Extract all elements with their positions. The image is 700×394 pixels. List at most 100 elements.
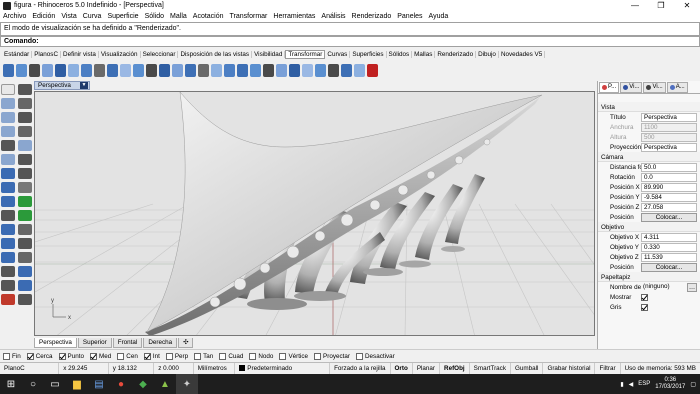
ortho-toggle[interactable]: Orto [391,362,413,375]
flow-icon[interactable] [198,63,209,77]
orient-icon[interactable] [107,63,118,77]
target-z-field[interactable]: 11.539 [641,252,697,262]
clock[interactable]: 0:36 17/03/2017 [655,377,685,391]
sweep-icon[interactable] [1,224,15,235]
osnap-med-checkbox[interactable] [90,352,98,360]
osnap-punto[interactable]: Punto [58,352,84,360]
osnap-cerca[interactable]: Cerca [26,352,53,360]
stretch-icon[interactable] [224,63,235,77]
extrude-icon[interactable] [18,168,32,179]
mesh-icon[interactable] [1,196,15,207]
menu-renderizado[interactable]: Renderizado [352,13,392,20]
chevron-down-icon[interactable]: ▼ [80,82,88,89]
array-polar-icon[interactable] [133,63,144,77]
rhino-taskbar-icon[interactable]: ✦ [176,374,198,394]
remap-cplane-icon[interactable] [354,63,365,77]
tab-solidos[interactable]: Sólidos [387,50,413,58]
viewport-tab-superior[interactable]: Superior [77,337,112,348]
volume-icon[interactable]: ◀ [629,381,634,388]
panel-tab-view[interactable]: Vi... [620,81,643,93]
tab-estandar[interactable]: Estándar [2,50,33,58]
panel-tab-help[interactable]: A... [666,81,688,93]
search-icon[interactable]: ○ [22,374,44,394]
polygon-icon[interactable] [18,126,32,137]
show-wallpaper-checkbox[interactable] [641,293,648,301]
viewport-tab-frontal[interactable]: Frontal [112,337,143,348]
maximize-button[interactable]: ❐ [648,0,674,11]
osnap-vertice-checkbox[interactable] [279,352,287,360]
tab-visibilidad[interactable]: Visibilidad [252,50,286,58]
browse-wallpaper-button[interactable]: … [687,282,697,292]
history-toggle[interactable]: Grabar historial [543,362,596,375]
osnap-vertice[interactable]: Vértice [279,352,308,360]
loft-icon[interactable] [1,210,15,221]
notifications-icon[interactable]: ▢ [690,381,696,388]
file-explorer-icon[interactable]: ▆ [66,374,88,394]
point-icon[interactable] [18,84,32,95]
panel-tab-display[interactable]: Vi... [643,81,666,93]
gumball-toggle[interactable]: Gumball [511,362,544,375]
fillet-curve-icon[interactable] [18,154,32,165]
osnap-nodo-checkbox[interactable] [249,352,257,360]
menu-superficie[interactable]: Superficie [107,13,138,20]
osnap-cuad-checkbox[interactable] [219,352,227,360]
mirror-icon[interactable] [94,63,105,77]
shear-icon[interactable] [341,63,352,77]
cage-edit-icon[interactable] [237,63,248,77]
sphere-icon[interactable] [18,182,32,193]
align-icon[interactable] [146,63,157,77]
rotate-icon[interactable] [29,63,40,77]
place-camera-button[interactable]: Colocar... [641,212,697,222]
splop-icon[interactable] [211,63,222,77]
osnap-cen-checkbox[interactable] [117,352,125,360]
soft-move-icon[interactable] [328,63,339,77]
position-z-field[interactable]: 27.058 [641,202,697,212]
bend-icon[interactable] [172,63,183,77]
menu-herramientas[interactable]: Herramientas [273,13,315,20]
viewport-title[interactable]: Perspectiva ▼ [34,81,90,90]
tab-novedades[interactable]: Novedades V5 [499,50,546,58]
osnap-cerca-checkbox[interactable] [26,352,34,360]
offset-curve-icon[interactable] [1,154,15,165]
menu-solido[interactable]: Sólido [145,13,164,20]
copy-icon[interactable] [16,63,27,77]
scale-2d-icon[interactable] [81,63,92,77]
osnap-tan-checkbox[interactable] [194,352,202,360]
text-icon[interactable] [1,280,15,291]
grid-snap-toggle[interactable]: Forzado a la rejilla [330,362,391,375]
maelstrom-icon[interactable] [315,63,326,77]
menu-edicion[interactable]: Edición [32,13,55,20]
explode-icon[interactable] [18,252,32,263]
move-icon[interactable] [3,63,14,77]
osnap-tan[interactable]: Tan [194,352,213,360]
minimize-button[interactable]: — [622,0,648,11]
layer-status[interactable]: Predeterminado [235,362,331,375]
osnap-toggle[interactable]: RefObj [440,362,470,375]
rotate-3d-icon[interactable] [42,63,53,77]
add-viewport-icon[interactable]: ✣ [178,337,194,348]
plane-surface-icon[interactable] [1,168,15,179]
osnap-proyectar[interactable]: Proyectar [314,352,350,360]
target-y-field[interactable]: 0.330 [641,242,697,252]
rectangle-icon[interactable] [1,126,15,137]
smash-icon[interactable] [276,63,287,77]
position-x-field[interactable]: 89.990 [641,182,697,192]
tab-planosc[interactable]: PlanosC [32,50,62,58]
select-arrow-icon[interactable] [1,84,15,95]
menu-vista[interactable]: Vista [61,13,76,20]
app-icon[interactable]: ▲ [154,374,176,394]
tab-seleccionar[interactable]: Seleccionar [141,50,179,58]
spiral-icon[interactable] [18,140,32,151]
osnap-perp-checkbox[interactable] [165,352,173,360]
scale-1d-icon[interactable] [68,63,79,77]
perspective-viewport[interactable]: y x [34,91,595,336]
command-input[interactable]: Comando: [0,36,700,47]
language-indicator[interactable]: ESP [638,381,650,387]
chrome-icon[interactable]: ● [110,374,132,394]
osnap-cen[interactable]: Cen [117,352,138,360]
osnap-proyectar-checkbox[interactable] [314,352,322,360]
position-y-field[interactable]: -9.584 [641,192,697,202]
polyline-icon[interactable] [1,98,15,109]
revolve-icon[interactable] [18,210,32,221]
ellipse-icon[interactable] [1,140,15,151]
